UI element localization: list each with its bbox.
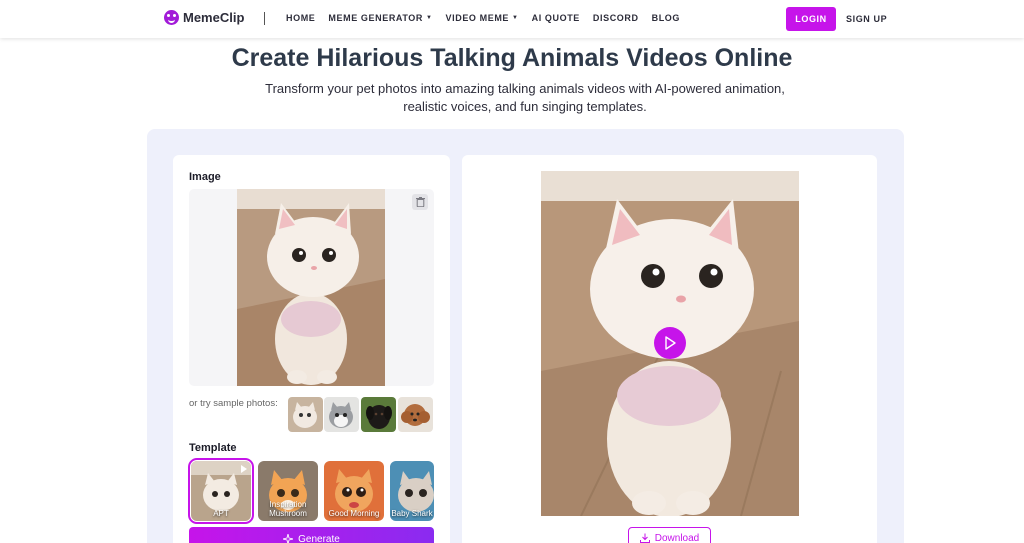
nav-item-label: AI QUOTE bbox=[531, 13, 580, 23]
image-section-label: Image bbox=[189, 171, 221, 183]
main-menu: HOME MEME GENERATOR ▼ VIDEO MEME ▼ AI QUOT… bbox=[286, 13, 680, 23]
template-label: APT bbox=[213, 509, 229, 518]
generate-button[interactable]: Generate bbox=[189, 527, 434, 543]
sample-photo-dog-poodle[interactable] bbox=[398, 397, 433, 432]
sample-photo-cat-2[interactable] bbox=[324, 397, 359, 432]
nav-item-label: VIDEO MEME bbox=[445, 13, 510, 23]
template-good-morning[interactable]: Good Morning bbox=[324, 461, 384, 521]
template-inspiration-mushroom[interactable]: Inspiration Mushroom bbox=[258, 461, 318, 521]
template-label: Inspiration Mushroom bbox=[269, 500, 307, 518]
template-section-label: Template bbox=[189, 442, 237, 454]
generate-label: Generate bbox=[298, 533, 340, 543]
play-icon bbox=[241, 465, 247, 473]
page-title: Create Hilarious Talking Animals Videos … bbox=[231, 44, 793, 72]
download-label: Download bbox=[654, 532, 700, 543]
sparkle-icon bbox=[283, 534, 294, 543]
smiley-logo-icon bbox=[164, 10, 179, 25]
play-video-button[interactable] bbox=[654, 327, 686, 359]
nav-item-discord[interactable]: DISCORD bbox=[593, 13, 639, 23]
brand-name: MemeClip bbox=[183, 10, 245, 25]
nav-item-label: HOME bbox=[286, 13, 316, 23]
caret-down-icon: ▼ bbox=[425, 15, 433, 21]
nav-item-label: MEME GENERATOR bbox=[328, 13, 423, 23]
nav-item-home[interactable]: HOME bbox=[286, 13, 315, 23]
nav-divider bbox=[264, 12, 265, 25]
template-label: Baby Shark bbox=[391, 509, 433, 518]
top-navbar: MemeClip HOME MEME GENERATOR ▼ VIDEO MEME… bbox=[0, 0, 1024, 38]
login-button[interactable]: LOGIN bbox=[786, 7, 836, 31]
page-subtitle: Transform your pet photos into amazing t… bbox=[265, 81, 785, 114]
nav-item-blog[interactable]: BLOG bbox=[652, 13, 680, 23]
uploaded-cat-image bbox=[237, 189, 385, 386]
template-apt[interactable]: APT bbox=[188, 458, 254, 524]
sample-photos-label: or try sample photos: bbox=[189, 398, 278, 409]
nav-item-label: BLOG bbox=[651, 13, 681, 23]
brand-logo[interactable]: MemeClip bbox=[164, 10, 244, 25]
trash-icon bbox=[415, 197, 425, 207]
caret-down-icon: ▼ bbox=[512, 15, 519, 21]
nav-item-label: DISCORD bbox=[592, 13, 639, 23]
sample-photo-cat-1[interactable] bbox=[288, 397, 323, 432]
sample-photo-dog-black[interactable] bbox=[361, 397, 396, 432]
nav-item-video-meme[interactable]: VIDEO MEME ▼ bbox=[446, 13, 519, 23]
nav-item-meme-generator[interactable]: MEME GENERATOR ▼ bbox=[328, 13, 432, 23]
download-icon bbox=[639, 533, 650, 543]
template-label: Good Morning bbox=[328, 509, 380, 518]
download-button[interactable]: Download bbox=[628, 527, 711, 543]
nav-item-ai-quote[interactable]: AI QUOTE bbox=[532, 13, 580, 23]
play-icon bbox=[665, 336, 676, 350]
delete-image-button[interactable] bbox=[412, 194, 428, 210]
signup-link[interactable]: SIGN UP bbox=[846, 14, 887, 24]
template-baby-shark[interactable]: Baby Shark bbox=[390, 461, 434, 521]
